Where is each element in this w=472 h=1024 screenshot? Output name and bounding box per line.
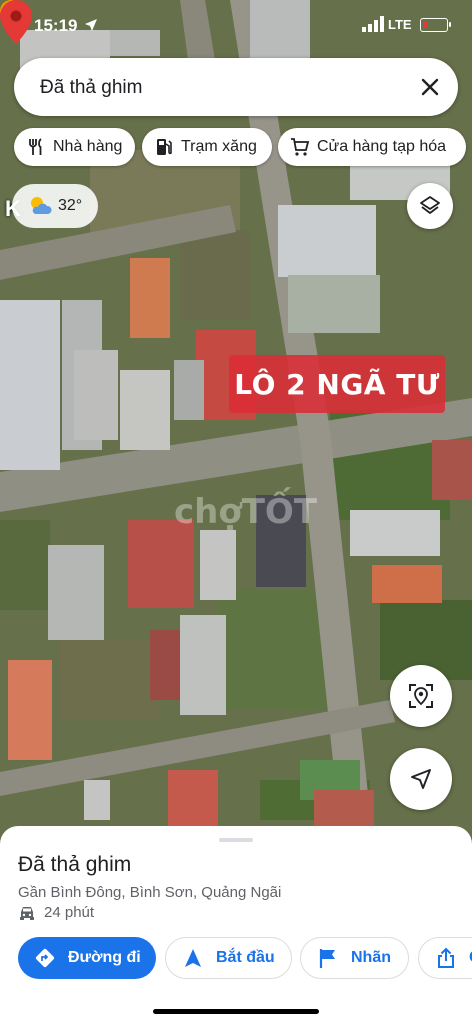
layers-button[interactable] — [407, 183, 453, 229]
share-icon — [438, 947, 454, 968]
sheet-drag-handle[interactable] — [219, 838, 253, 842]
locate-place-button[interactable] — [390, 665, 452, 727]
my-location-button[interactable] — [390, 748, 452, 810]
directions-icon — [35, 948, 55, 968]
home-indicator[interactable] — [153, 1009, 319, 1014]
battery-low-icon — [420, 18, 448, 32]
status-time: 15:19 — [34, 16, 78, 35]
start-button[interactable]: Bắt đầu — [165, 937, 292, 979]
label-button[interactable]: Nhãn — [300, 937, 409, 979]
navigation-icon — [185, 949, 201, 967]
chip-restaurants[interactable]: Nhà hàng — [14, 128, 135, 166]
location-arrow-icon — [85, 19, 97, 31]
weather-temperature: 32° — [58, 197, 83, 214]
chip-gas-stations[interactable]: Trạm xăng — [142, 128, 272, 166]
place-title: Đã thả ghim — [18, 853, 132, 876]
weather-badge[interactable]: 32° — [12, 184, 98, 228]
start-label: Bắt đầu — [216, 949, 275, 966]
restaurant-icon — [29, 138, 42, 155]
chip-label: Cửa hàng tạp hóa — [317, 138, 447, 155]
battery-tip — [449, 22, 451, 27]
chip-grocery[interactable]: Cửa hàng tạp hóa — [278, 128, 466, 166]
navigation-arrow-icon — [411, 769, 431, 789]
shopping-cart-icon — [291, 138, 310, 156]
share-button[interactable]: C — [418, 937, 472, 979]
network-type: LTE — [388, 17, 412, 32]
place-address: Gần Bình Đông, Bình Sơn, Quảng Ngãi — [18, 884, 282, 901]
travel-time: 24 phút — [18, 904, 94, 921]
chip-label: Trạm xăng — [181, 138, 257, 155]
watermark: chợTỐT — [174, 492, 318, 532]
flag-icon — [319, 949, 335, 968]
partly-sunny-icon — [31, 197, 52, 214]
layers-icon — [420, 196, 440, 214]
chip-label: Nhà hàng — [53, 138, 123, 155]
cellular-signal-icon — [362, 16, 384, 32]
directions-button[interactable]: Đường đi — [18, 937, 156, 979]
directions-label: Đường đi — [68, 949, 141, 966]
status-bar: 15:19 LTE — [0, 10, 472, 40]
search-value[interactable]: Đã thả ghim — [40, 77, 142, 99]
car-icon — [20, 906, 34, 920]
locate-place-icon — [409, 684, 433, 708]
place-bottom-sheet[interactable]: Đã thả ghim Gần Bình Đông, Bình Sơn, Quả… — [0, 826, 472, 1024]
close-icon[interactable] — [418, 75, 442, 99]
gas-station-icon — [157, 139, 172, 155]
label-label: Nhãn — [351, 949, 391, 966]
listing-banner: LÔ 2 NGÃ TƯ — [229, 355, 445, 413]
search-bar[interactable]: Đã thả ghim — [14, 58, 458, 116]
category-chips: Nhà hàng Trạm xăng Cửa hàng tạp hóa — [14, 128, 472, 166]
travel-time-value: 24 phút — [44, 904, 95, 921]
